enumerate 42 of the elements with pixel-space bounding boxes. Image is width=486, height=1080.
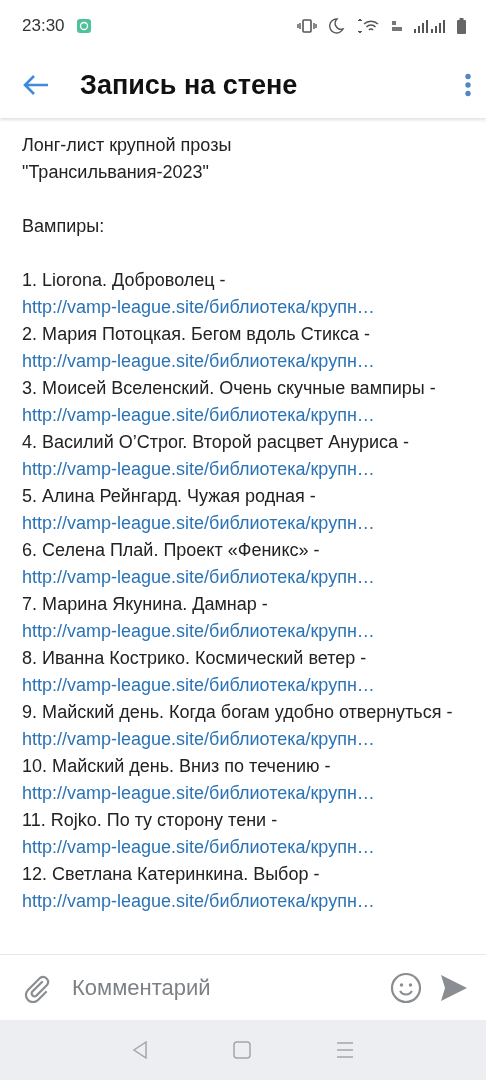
page-title: Запись на стене xyxy=(80,69,298,101)
entry-text: 8. Иванна Кострико. Космический ветер - xyxy=(22,648,367,668)
moon-icon xyxy=(327,17,345,35)
entry-link[interactable]: http://vamp-league.site/библиотека/крупн… xyxy=(22,405,375,425)
entry-text: 2. Мария Потоцкая. Бегом вдоль Стикса - xyxy=(22,324,371,344)
entry-text: 6. Селена Плай. Проект «Феникс» - xyxy=(22,540,320,560)
more-menu-button[interactable] xyxy=(464,73,472,97)
nav-menu-button[interactable] xyxy=(335,1041,354,1059)
app-notification-icon xyxy=(76,19,91,33)
entry-link[interactable]: http://vamp-league.site/библиотека/крупн… xyxy=(22,837,375,857)
entry-link[interactable]: http://vamp-league.site/библиотека/крупн… xyxy=(22,729,375,749)
status-time: 23:30 xyxy=(22,16,65,36)
signal-icon xyxy=(413,19,447,33)
entry-link[interactable]: http://vamp-league.site/библиотека/крупн… xyxy=(22,621,375,641)
send-icon[interactable] xyxy=(440,973,468,1002)
wifi-icon xyxy=(355,18,381,34)
battery-icon xyxy=(457,18,466,34)
post-title-line: Лонг-лист крупной прозы xyxy=(22,134,233,157)
entry-text: 4. Василий О’Строг. Второй расцвет Ануриса - xyxy=(22,432,410,452)
entry-text: 1. Liorona. Доброволец - xyxy=(22,270,226,290)
entry-link[interactable]: http://vamp-league.site/библиотека/крупн… xyxy=(22,459,375,479)
entry-text: 9. Майский день. Когда богам удобно отвернуться - xyxy=(22,702,453,722)
section-heading: Вампиры: xyxy=(22,215,106,238)
back-button[interactable] xyxy=(22,73,50,97)
entry-link[interactable]: http://vamp-league.site/библиотека/крупн… xyxy=(22,351,375,371)
nav-home-button[interactable] xyxy=(233,1041,251,1059)
nav-back-button[interactable] xyxy=(132,1041,149,1059)
entry-text: 10. Майский день. Вниз по течению - xyxy=(22,756,331,776)
entry-text: 7. Марина Якунина. Дамнар - xyxy=(22,594,268,614)
entry-text: 12. Светлана Катеринкина. Выбор - xyxy=(22,864,320,884)
entry-link[interactable]: http://vamp-league.site/библиотека/крупн… xyxy=(22,783,375,803)
entry-link[interactable]: http://vamp-league.site/библиотека/крупн… xyxy=(22,513,375,533)
vibrate-icon xyxy=(297,19,317,33)
emoji-icon[interactable] xyxy=(390,971,422,1004)
entry-link[interactable]: http://vamp-league.site/библиотека/крупн… xyxy=(22,297,375,317)
entry-link[interactable]: http://vamp-league.site/библиотека/крупн… xyxy=(22,891,375,911)
entry-text: 3. Моисей Вселенский. Очень скучные вампиры - xyxy=(22,378,436,398)
entry-text: 11. Rojko. По ту сторону тени - xyxy=(22,810,278,830)
entry-link[interactable]: http://vamp-league.site/библиотека/крупн… xyxy=(22,567,375,587)
entry-link[interactable]: http://vamp-league.site/библиотека/крупн… xyxy=(22,675,375,695)
post-title-line: "Трансильвания-2023" xyxy=(22,161,210,184)
entry-text: 5. Алина Рейнгард. Чужая родная - xyxy=(22,486,316,506)
